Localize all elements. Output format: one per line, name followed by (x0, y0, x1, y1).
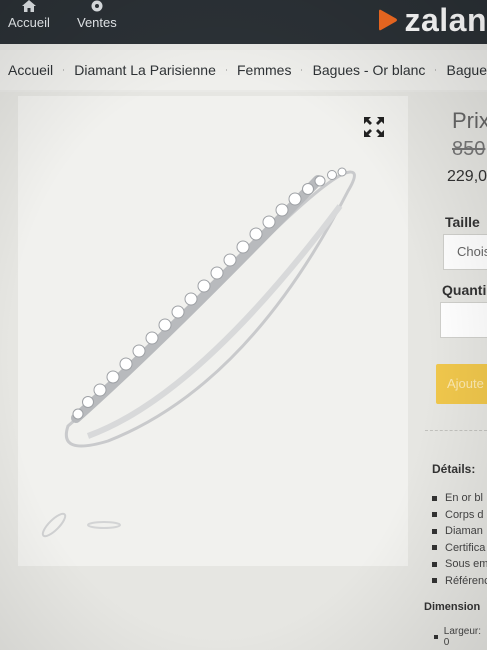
details-item: Diaman (432, 523, 487, 540)
logo-text: zalan (404, 1, 487, 38)
bullet-icon (432, 545, 437, 551)
bullet-icon (432, 528, 437, 534)
top-navigation-bar: Accueil Ventes zalan (0, 0, 487, 44)
chevron-right-icon (225, 69, 227, 71)
details-item-text: En or bl (445, 492, 483, 505)
chevron-right-icon (301, 69, 303, 71)
zalando-logo[interactable]: zalan (376, 0, 487, 40)
nav-accueil-label: Accueil (8, 15, 50, 30)
breadcrumb-bagues-or-blanc[interactable]: Bagues - Or blanc (313, 62, 426, 78)
old-price: 850 (452, 138, 486, 160)
ventes-icon (91, 0, 103, 12)
thumbnail-2 (87, 521, 121, 529)
nav-accueil[interactable]: Accueil (8, 0, 50, 44)
breadcrumb-bague[interactable]: Bague (447, 62, 487, 78)
quantity-label: Quanti (442, 282, 487, 298)
quantity-input[interactable] (440, 302, 487, 338)
ring-image (65, 167, 356, 448)
price-label: Prix (452, 108, 487, 133)
dimension-title: Dimension (424, 601, 481, 613)
nav-ventes[interactable]: Ventes (77, 0, 117, 44)
breadcrumb-diamant[interactable]: Diamant La Parisienne (74, 62, 216, 78)
breadcrumb: Accueil Diamant La Parisienne Femmes Bag… (0, 50, 487, 90)
expand-icon[interactable] (363, 116, 385, 138)
bullet-icon (432, 512, 437, 518)
details-item: Corps d (432, 507, 487, 524)
add-to-cart-button[interactable]: Ajoute (436, 364, 487, 404)
thumbnail-1 (41, 512, 67, 538)
details-title: Détails: (432, 462, 476, 476)
home-icon (21, 0, 36, 12)
nav-ventes-label: Ventes (77, 15, 117, 30)
chevron-right-icon (435, 69, 437, 71)
details-item-text: Référenc (445, 574, 487, 587)
bullet-icon (434, 635, 438, 639)
details-item: Sous em (432, 556, 487, 573)
current-price: 229,0 (447, 168, 487, 185)
logo-play-icon (379, 9, 398, 31)
thumbnail-strip[interactable] (36, 506, 136, 546)
details-item-text: Diaman (445, 525, 483, 538)
details-item-text: Certifica (445, 541, 486, 554)
product-image[interactable] (18, 96, 408, 566)
largeur-item: Largeur: 0 (434, 626, 487, 648)
breadcrumb-accueil[interactable]: Accueil (8, 62, 53, 78)
bullet-icon (432, 578, 437, 584)
details-list: En or bl Corps d Diaman Certifica Sous e… (432, 490, 487, 589)
divider (425, 430, 487, 431)
bullet-icon (432, 561, 437, 567)
details-item: En or bl (432, 490, 487, 507)
size-select[interactable]: Chois (443, 234, 487, 270)
details-item-text: Corps d (445, 508, 484, 521)
details-item: Référenc (432, 573, 487, 590)
chevron-right-icon (63, 69, 65, 71)
details-item-text: Sous em (445, 558, 487, 571)
details-item: Certifica (432, 540, 487, 557)
size-label: Taille (445, 214, 480, 230)
bullet-icon (432, 495, 437, 501)
largeur-text: Largeur: 0 (443, 626, 482, 648)
breadcrumb-femmes[interactable]: Femmes (237, 62, 291, 78)
